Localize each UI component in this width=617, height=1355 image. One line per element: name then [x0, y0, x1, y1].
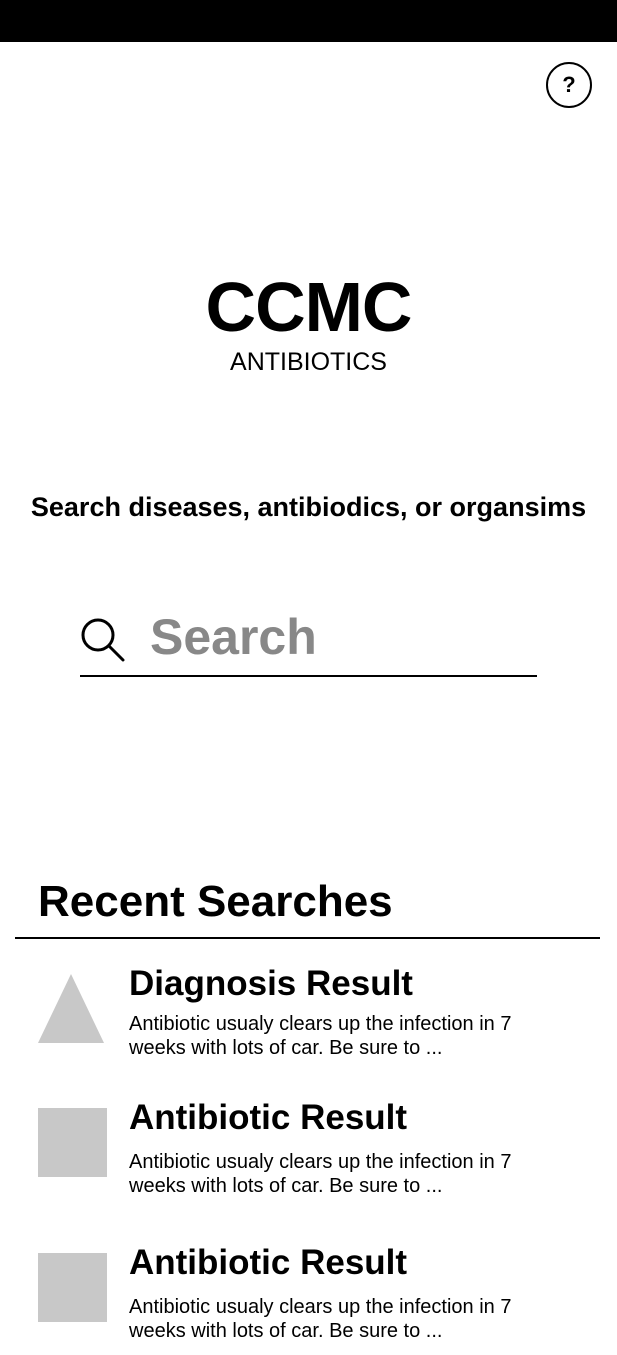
recent-searches-heading: Recent Searches — [38, 877, 393, 926]
search-field[interactable] — [80, 605, 537, 677]
help-icon: ? — [562, 72, 576, 97]
recent-search-item[interactable]: Antibiotic Result Antibiotic usualy clea… — [0, 1245, 617, 1355]
result-description: Antibiotic usualy clears up the infectio… — [129, 1296, 512, 1342]
divider — [15, 937, 600, 939]
app-logo-subtitle: ANTIBIOTICS — [230, 348, 387, 376]
triangle-thumbnail-icon — [38, 974, 104, 1043]
result-title: Antibiotic Result — [129, 1098, 408, 1137]
recent-search-item[interactable]: Antibiotic Result Antibiotic usualy clea… — [0, 1100, 617, 1210]
square-thumbnail-icon — [38, 1108, 107, 1177]
search-icon[interactable] — [80, 617, 126, 663]
search-prompt: Search diseases, antibiodics, or organsi… — [30, 492, 587, 522]
square-thumbnail-icon — [38, 1253, 107, 1322]
help-button[interactable]: ? — [546, 62, 592, 108]
result-description: Antibiotic usualy clears up the infectio… — [129, 1013, 512, 1059]
search-input[interactable] — [150, 609, 530, 665]
result-title: Diagnosis Result — [129, 964, 413, 1003]
status-bar — [0, 0, 617, 42]
result-description: Antibiotic usualy clears up the infectio… — [129, 1151, 512, 1197]
result-title: Antibiotic Result — [129, 1243, 408, 1282]
recent-search-item[interactable]: Diagnosis Result Antibiotic usualy clear… — [0, 966, 617, 1076]
app-logo-title: CCMC — [205, 268, 413, 346]
